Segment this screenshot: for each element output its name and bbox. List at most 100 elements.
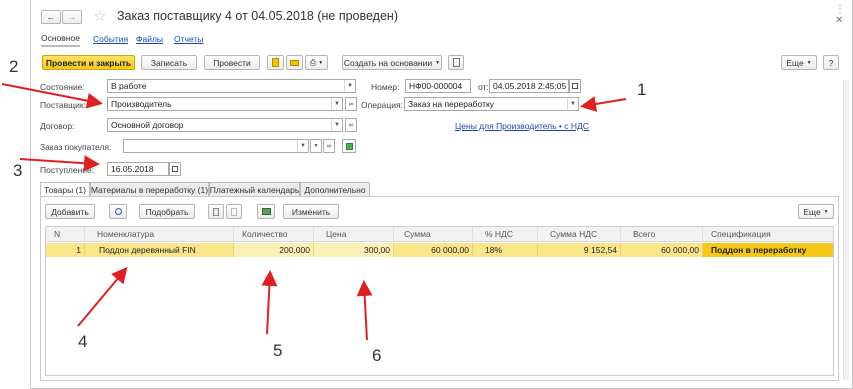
column-header-vat-rate[interactable]: % НДС	[473, 227, 538, 242]
calendar-icon	[172, 166, 178, 172]
more-label: Еще	[786, 57, 804, 68]
structure-button[interactable]	[448, 55, 464, 70]
create-based-on-button[interactable]: Создать на основании ▼	[342, 55, 442, 70]
chevron-down-icon: ▼	[313, 143, 319, 149]
supplier-select[interactable]: Производитель ▼	[107, 97, 343, 111]
document-icon	[272, 58, 279, 67]
save-button[interactable]: Записать	[141, 55, 197, 70]
column-header-total[interactable]: Всего	[621, 227, 703, 242]
envelope-icon	[290, 59, 299, 66]
column-header-specification[interactable]: Спецификация	[703, 227, 833, 242]
link-icon: ∞	[326, 142, 332, 150]
link-icon: ∞	[348, 100, 354, 108]
back-button[interactable]: ←	[41, 10, 61, 24]
column-header-vat-sum[interactable]: Сумма НДС	[538, 227, 621, 242]
post-and-close-button[interactable]: Провести и закрыть	[42, 55, 135, 70]
supplier-label: Поставщик:	[40, 100, 86, 110]
close-icon[interactable]: ✕	[835, 15, 843, 26]
column-header-price[interactable]: Цена	[314, 227, 394, 242]
paste-button[interactable]	[226, 204, 242, 219]
annotation-number-1: 1	[637, 80, 647, 99]
calendar-icon	[572, 83, 578, 89]
print-doc-button[interactable]	[267, 55, 284, 70]
contract-select[interactable]: Основной договор ▼	[107, 118, 343, 132]
calendar-button[interactable]	[569, 79, 581, 93]
favorite-star-icon[interactable]: ☆	[93, 7, 106, 25]
annotation-number-5: 5	[273, 341, 283, 360]
copy-button[interactable]	[208, 204, 224, 219]
customer-order-label: Заказ покупателя:	[40, 142, 112, 152]
customer-order-open-button[interactable]: ∞	[323, 139, 335, 153]
number-field[interactable]: НФ00-000004	[405, 79, 471, 93]
scrollbar-track[interactable]	[843, 80, 849, 380]
arrow-right-icon: →	[67, 12, 77, 22]
table-row[interactable]: 1 Поддон деревянный FIN 200,000 300,00 6…	[46, 243, 833, 257]
specification-cell[interactable]: Поддон в переработку	[703, 243, 833, 257]
table-more-button[interactable]: Еще ▼	[798, 204, 834, 219]
vat-rate-cell: 18%	[473, 243, 538, 257]
state-label: Состояние:	[40, 82, 85, 92]
column-header-n[interactable]: N	[46, 227, 85, 242]
chevron-down-icon: ▼	[297, 140, 308, 152]
supplier-open-button[interactable]: ∞	[345, 97, 357, 111]
annotation-number-2: 2	[9, 57, 19, 76]
prices-link[interactable]: Цены для Производитель • с НДС	[455, 121, 589, 131]
column-header-sum[interactable]: Сумма	[394, 227, 473, 242]
forward-button[interactable]: →	[62, 10, 82, 24]
search-button[interactable]	[109, 204, 127, 219]
contract-label: Договор:	[40, 121, 75, 131]
receipt-calendar-button[interactable]	[169, 162, 181, 176]
column-header-item[interactable]: Номенклатура	[85, 227, 234, 242]
chevron-down-icon: ▼	[331, 119, 342, 131]
sum-cell: 60 000,00	[394, 243, 473, 257]
select-items-button[interactable]: Подобрать	[139, 204, 195, 219]
barcode-icon	[261, 208, 271, 215]
printer-icon: ⎙	[309, 57, 317, 67]
nav-tab-reports[interactable]: Отчеты	[174, 34, 203, 44]
table-more-label: Еще	[803, 206, 821, 217]
window-title: Заказ поставщику 4 от 04.05.2018 (не про…	[117, 9, 398, 23]
customer-order-select[interactable]: ▼	[123, 139, 309, 153]
annotation-number-6: 6	[372, 346, 382, 365]
chevron-down-icon: ▼	[344, 80, 355, 92]
date-label: от:	[478, 82, 489, 92]
email-button[interactable]	[286, 55, 303, 70]
add-button[interactable]: Добавить	[45, 204, 95, 219]
receipt-date-field[interactable]: 16.05.2018	[107, 162, 169, 176]
arrow-left-icon: ←	[46, 12, 56, 22]
print-button[interactable]: ⎙ ▼	[305, 55, 328, 70]
help-button[interactable]: ?	[823, 55, 839, 70]
chevron-down-icon: ▼	[318, 59, 324, 66]
tab-goods[interactable]: Товары (1)	[40, 182, 90, 197]
state-value: В работе	[111, 81, 147, 91]
contract-value: Основной договор	[111, 120, 184, 130]
customer-order-dropdown-button[interactable]: ▼	[310, 139, 322, 153]
post-button[interactable]: Провести	[204, 55, 260, 70]
state-select[interactable]: В работе ▼	[107, 79, 356, 93]
operation-select[interactable]: Заказ на переработку ▼	[404, 97, 579, 111]
nav-tab-events[interactable]: События	[93, 34, 128, 44]
item-cell: Поддон деревянный FIN	[85, 243, 234, 257]
nav-tab-main[interactable]: Основное	[41, 33, 80, 47]
nav-tab-files[interactable]: Файлы	[136, 34, 163, 44]
contract-open-button[interactable]: ∞	[345, 118, 357, 132]
chevron-down-icon: ▼	[435, 59, 441, 66]
window-menu-icon[interactable]: ⋮	[835, 4, 845, 15]
quantity-cell[interactable]: 200,000	[234, 243, 314, 257]
column-header-quantity[interactable]: Количество	[234, 227, 314, 242]
date-field[interactable]: 04.05.2018 2:45:05	[489, 79, 569, 93]
price-cell[interactable]: 300,00	[314, 243, 394, 257]
tab-materials[interactable]: Материалы в переработку (1)	[90, 182, 209, 196]
tab-additional[interactable]: Дополнительно	[300, 182, 370, 196]
tab-panel: Добавить Подобрать Изменить Еще ▼ N Номе…	[40, 196, 839, 381]
number-label: Номер:	[371, 82, 400, 92]
table-header: N Номенклатура Количество Цена Сумма % Н…	[46, 227, 833, 242]
tab-payment-calendar[interactable]: Платежный календарь	[209, 182, 300, 196]
barcode-button[interactable]	[257, 204, 275, 219]
total-cell: 60 000,00	[621, 243, 703, 257]
receipt-label: Поступление:	[40, 165, 95, 175]
annotation-number-3: 3	[13, 161, 23, 180]
more-button[interactable]: Еще ▼	[781, 55, 817, 70]
fill-button[interactable]	[342, 139, 356, 153]
change-button[interactable]: Изменить	[283, 204, 339, 219]
